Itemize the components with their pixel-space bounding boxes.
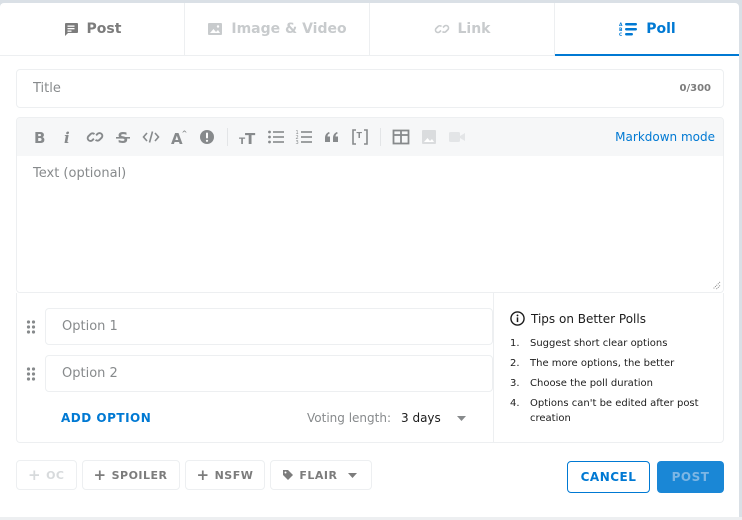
link-button[interactable]: [81, 123, 109, 151]
spoiler-tag-button[interactable]: + SPOILER: [81, 460, 180, 490]
poll-options-section: ADD OPTION Voting length: 3 days Tips on…: [16, 293, 724, 443]
poll-option-2-input[interactable]: [45, 355, 493, 392]
tips-title: Tips on Better Polls: [531, 311, 646, 326]
code-block-button[interactable]: T: [346, 123, 374, 151]
voting-length: Voting length: 3 days: [307, 411, 466, 425]
info-icon: [510, 311, 525, 326]
link-icon: [86, 132, 104, 142]
code-icon: [142, 131, 160, 143]
quote-block-button[interactable]: [318, 123, 346, 151]
bold-button[interactable]: B: [25, 123, 53, 151]
title-char-counter: 0/300: [679, 83, 711, 94]
tab-image-video[interactable]: Image & Video: [185, 3, 370, 55]
image-button[interactable]: [415, 123, 443, 151]
superscript-icon: A^: [171, 130, 188, 145]
tab-link[interactable]: Link: [370, 3, 555, 55]
toolbar-divider: [380, 128, 381, 146]
title-input[interactable]: [33, 81, 680, 96]
tip-item: 3. Choose the poll duration: [510, 378, 653, 389]
bold-icon: B: [34, 129, 45, 145]
tab-poll[interactable]: ABC Poll: [555, 3, 739, 56]
heading-icon: TT: [239, 130, 256, 145]
tag-icon: [283, 470, 294, 480]
poll-option-row: [17, 308, 493, 345]
tab-image-video-label: Image & Video: [231, 21, 347, 37]
bulleted-list-icon: [268, 130, 284, 144]
post-icon: [63, 21, 79, 37]
spoiler-button[interactable]: [193, 123, 221, 151]
poll-icon: ABC: [618, 21, 638, 37]
nsfw-button[interactable]: + NSFW: [184, 460, 266, 490]
tip-item: 1. Suggest short clear options: [510, 338, 668, 349]
drag-handle-icon[interactable]: [17, 366, 45, 382]
tab-post[interactable]: Post: [0, 3, 185, 55]
svg-text:^: ^: [182, 130, 188, 138]
svg-text:T: T: [245, 130, 256, 145]
tab-post-label: Post: [86, 21, 122, 37]
post-button[interactable]: POST: [657, 461, 724, 493]
quote-icon: [325, 132, 338, 142]
plus-icon: +: [93, 465, 107, 484]
video-button[interactable]: [443, 123, 471, 151]
caret-down-icon: [456, 415, 466, 421]
strikethrough-icon: S: [116, 129, 130, 145]
tips-list: 1. Suggest short clear options 2. The more…: [510, 336, 725, 426]
tab-poll-label: Poll: [646, 21, 676, 37]
post-tags-row: + OC + SPOILER + NSFW FLAIR: [16, 460, 373, 490]
tab-link-label: Link: [457, 21, 491, 37]
inline-code-button[interactable]: [137, 123, 165, 151]
italic-icon: i: [64, 129, 70, 145]
post-body-textarea[interactable]: [17, 156, 723, 292]
cancel-button[interactable]: CANCEL: [567, 461, 650, 493]
table-button[interactable]: [387, 123, 415, 151]
svg-text:i: i: [64, 129, 70, 145]
svg-text:B: B: [34, 129, 45, 145]
superscript-button[interactable]: A ^: [165, 123, 193, 151]
code-block-icon: T: [352, 129, 368, 145]
plus-icon: +: [28, 465, 42, 484]
title-field: 0/300: [16, 69, 724, 108]
text-editor: B i S A^ TT: [16, 117, 724, 293]
image-icon: [422, 130, 436, 144]
add-option-button[interactable]: ADD OPTION: [61, 411, 151, 425]
numbered-list-icon: 123: [296, 130, 312, 145]
table-icon: [392, 129, 410, 145]
markdown-mode-button[interactable]: Markdown mode: [615, 130, 715, 144]
poll-tips-panel: Tips on Better Polls 1. Suggest short cle…: [493, 293, 725, 443]
voting-length-label: Voting length:: [307, 411, 391, 425]
svg-text:3: 3: [296, 140, 299, 145]
svg-text:T: T: [357, 131, 363, 140]
numbered-list-button[interactable]: 123: [290, 123, 318, 151]
tip-item: 4. Options can't be edited after post cre…: [510, 398, 699, 424]
italic-button[interactable]: i: [53, 123, 81, 151]
oc-button[interactable]: + OC: [16, 460, 77, 490]
bulleted-list-button[interactable]: [262, 123, 290, 151]
voting-length-value: 3 days: [401, 411, 441, 425]
editor-toolbar: B i S A^ TT: [17, 118, 723, 156]
post-type-tabs: Post Image & Video Link ABC Poll: [0, 3, 739, 56]
tips-header: Tips on Better Polls: [510, 311, 725, 326]
flair-button[interactable]: FLAIR: [270, 460, 373, 490]
create-post-card: Post Image & Video Link ABC Poll 0/300: [0, 3, 739, 517]
tip-item: 2. The more options, the better: [510, 358, 675, 369]
heading-button[interactable]: TT: [234, 123, 262, 151]
strikethrough-button[interactable]: S: [109, 123, 137, 151]
drag-handle-icon[interactable]: [17, 319, 45, 335]
resize-handle-icon[interactable]: [712, 281, 721, 290]
toolbar-divider: [227, 128, 228, 146]
poll-option-row: [17, 355, 493, 392]
image-icon: [207, 21, 223, 37]
voting-length-dropdown[interactable]: 3 days: [401, 411, 466, 425]
link-icon: [434, 21, 450, 37]
spoiler-icon: [200, 130, 214, 144]
caret-down-icon: [348, 472, 358, 478]
plus-icon: +: [196, 465, 210, 484]
video-icon: [449, 132, 465, 142]
poll-option-1-input[interactable]: [45, 308, 493, 345]
